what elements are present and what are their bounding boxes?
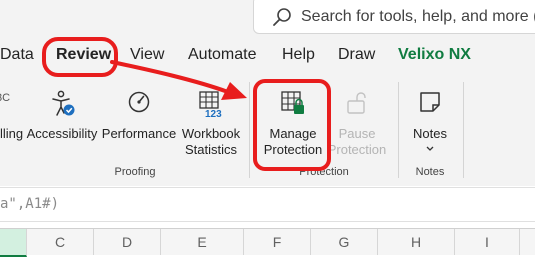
workbook-statistics-line2: Statistics bbox=[184, 142, 237, 157]
tab-help[interactable]: Help bbox=[282, 46, 315, 64]
badge-123: 123 bbox=[205, 109, 222, 118]
spelling-button[interactable]: 3C lling bbox=[0, 88, 26, 158]
tab-draw[interactable]: Draw bbox=[338, 46, 375, 64]
manage-protection-button[interactable]: Manage Protection bbox=[258, 88, 328, 160]
pause-protection-button: Pause Protection bbox=[326, 88, 388, 160]
formula-bar[interactable]: a",A1#) bbox=[0, 187, 535, 222]
tab-velixo-nx[interactable]: Velixo NX bbox=[398, 46, 471, 64]
workbook-statistics-button[interactable]: 123 Workbook Statistics bbox=[178, 88, 244, 162]
group-label-protection: Protection bbox=[299, 166, 349, 178]
column-header[interactable]: G bbox=[311, 229, 378, 255]
performance-label: Performance bbox=[101, 126, 177, 141]
tab-review[interactable]: Review bbox=[56, 46, 111, 64]
ribbon-tabs: Data Review View Automate Help Draw Veli… bbox=[0, 38, 535, 74]
pause-protection-line2: Protection bbox=[327, 142, 387, 157]
spelling-label: lling bbox=[0, 126, 24, 141]
search-icon bbox=[273, 8, 291, 26]
column-header[interactable]: H bbox=[378, 229, 455, 255]
column-headers: C D E F G H I bbox=[0, 228, 535, 257]
group-divider bbox=[249, 82, 250, 178]
column-header[interactable]: D bbox=[94, 229, 161, 255]
performance-button[interactable]: Performance bbox=[100, 88, 178, 158]
manage-protection-line1: Manage bbox=[269, 126, 317, 141]
column-header[interactable]: E bbox=[161, 229, 244, 255]
sheet-lock-icon bbox=[281, 91, 304, 114]
accessibility-icon bbox=[52, 90, 75, 116]
unlock-icon bbox=[347, 92, 366, 114]
spelling-abc-icon: 3C bbox=[0, 92, 11, 104]
search-placeholder: Search for tools, help, and more (C bbox=[301, 8, 535, 25]
column-header[interactable] bbox=[0, 229, 27, 257]
title-bar: Search for tools, help, and more (C bbox=[0, 0, 535, 38]
chevron-down-icon[interactable] bbox=[426, 146, 434, 152]
search-box[interactable]: Search for tools, help, and more (C bbox=[253, 0, 535, 34]
pause-protection-line1: Pause bbox=[338, 126, 376, 141]
gauge-icon bbox=[128, 91, 150, 113]
tab-view[interactable]: View bbox=[130, 46, 164, 64]
column-header[interactable]: C bbox=[27, 229, 94, 255]
workbook-statistics-line1: Workbook bbox=[181, 126, 241, 141]
tab-data[interactable]: Data bbox=[0, 46, 34, 64]
ribbon-panel: 3C lling Accessibility Performance 123 bbox=[0, 74, 535, 186]
group-label-notes: Notes bbox=[415, 166, 445, 178]
column-header[interactable]: I bbox=[455, 229, 520, 255]
group-divider bbox=[463, 82, 464, 178]
column-header[interactable]: F bbox=[244, 229, 311, 255]
tab-automate[interactable]: Automate bbox=[188, 46, 256, 64]
workbook-statistics-icon: 123 bbox=[199, 91, 222, 118]
formula-text: a",A1#) bbox=[0, 196, 60, 212]
notes-button[interactable]: Notes bbox=[404, 88, 456, 162]
note-icon bbox=[420, 92, 440, 112]
manage-protection-line2: Protection bbox=[263, 142, 323, 157]
notes-label: Notes bbox=[413, 126, 447, 141]
group-label-proofing: Proofing bbox=[114, 166, 156, 178]
accessibility-button[interactable]: Accessibility bbox=[26, 88, 98, 158]
accessibility-label: Accessibility bbox=[26, 126, 98, 141]
group-divider bbox=[398, 82, 399, 178]
